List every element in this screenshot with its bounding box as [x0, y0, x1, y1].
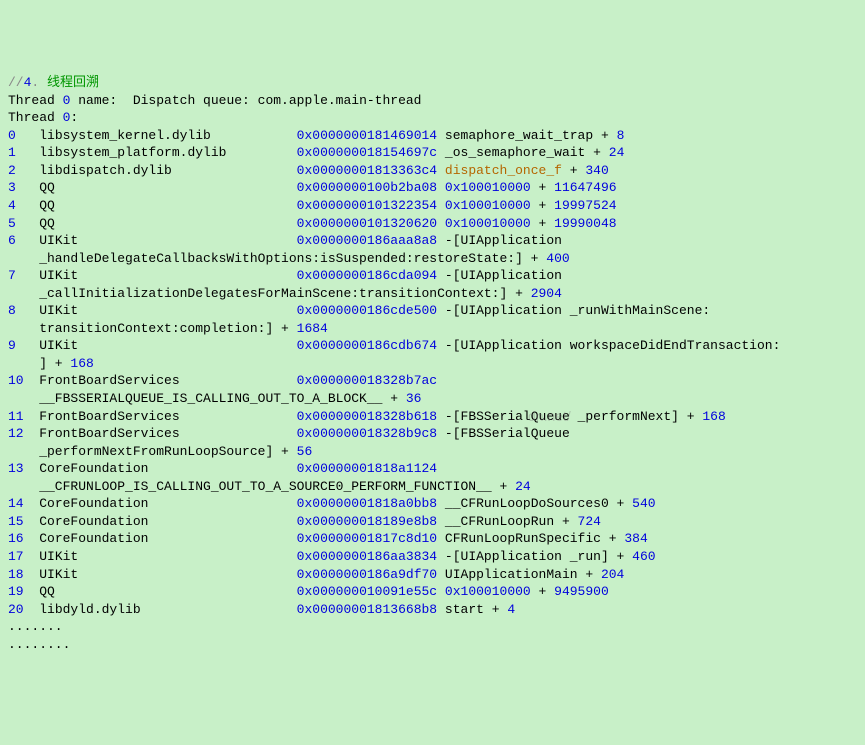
log-line: _handleDelegateCallbacksWithOptions:isSu… [8, 250, 857, 268]
log-line: 14 CoreFoundation 0x00000001818a0bb8 __C… [8, 495, 857, 513]
log-line: 2 libdispatch.dylib 0x00000001813363c4 d… [8, 162, 857, 180]
log-line: Thread 0 name: Dispatch queue: com.apple… [8, 92, 857, 110]
log-line: 13 CoreFoundation 0x00000001818a1124 [8, 460, 857, 478]
log-line: 3 QQ 0x0000000100b2ba08 0x100010000 + 11… [8, 179, 857, 197]
log-line: //4. 线程回溯 [8, 74, 857, 92]
log-line: 9 UIKit 0x0000000186cdb674 -[UIApplicati… [8, 337, 857, 355]
log-line: __CFRUNLOOP_IS_CALLING_OUT_TO_A_SOURCE0_… [8, 478, 857, 496]
log-line: 20 libdyld.dylib 0x00000001813668b8 star… [8, 601, 857, 619]
log-line: 6 UIKit 0x0000000186aaa8a8 -[UIApplicati… [8, 232, 857, 250]
log-line: 0 libsystem_kernel.dylib 0x0000000181469… [8, 127, 857, 145]
log-line: 1 libsystem_platform.dylib 0x00000001815… [8, 144, 857, 162]
log-line: 19 QQ 0x000000010091e55c 0x100010000 + 9… [8, 583, 857, 601]
log-line: _performNextFromRunLoopSource] + 56 [8, 443, 857, 461]
log-line: 5 QQ 0x0000000101320620 0x100010000 + 19… [8, 215, 857, 233]
log-line: 18 UIKit 0x0000000186a9df70 UIApplicatio… [8, 566, 857, 584]
log-line: ] + 168 [8, 355, 857, 373]
log-line: 4 QQ 0x0000000101322354 0x100010000 + 19… [8, 197, 857, 215]
crash-log: //4. 线程回溯Thread 0 name: Dispatch queue: … [8, 74, 857, 653]
log-line: 15 CoreFoundation 0x000000018189e8b8 __C… [8, 513, 857, 531]
log-line: ........ [8, 636, 857, 654]
log-line: 10 FrontBoardServices 0x000000018328b7ac [8, 372, 857, 390]
log-line: ....... [8, 618, 857, 636]
log-line: 8 UIKit 0x0000000186cde500 -[UIApplicati… [8, 302, 857, 320]
log-line: 17 UIKit 0x0000000186aa3834 -[UIApplicat… [8, 548, 857, 566]
log-line: 12 FrontBoardServices 0x000000018328b9c8… [8, 425, 857, 443]
log-line: _callInitializationDelegatesForMainScene… [8, 285, 857, 303]
log-line: 7 UIKit 0x0000000186cda094 -[UIApplicati… [8, 267, 857, 285]
log-line: transitionContext:completion:] + 1684 [8, 320, 857, 338]
log-line: 16 CoreFoundation 0x00000001817c8d10 CFR… [8, 530, 857, 548]
log-line: Thread 0: [8, 109, 857, 127]
log-line: __FBSSERIALQUEUE_IS_CALLING_OUT_TO_A_BLO… [8, 390, 857, 408]
log-line: 11 FrontBoardServices 0x000000018328b618… [8, 408, 857, 426]
